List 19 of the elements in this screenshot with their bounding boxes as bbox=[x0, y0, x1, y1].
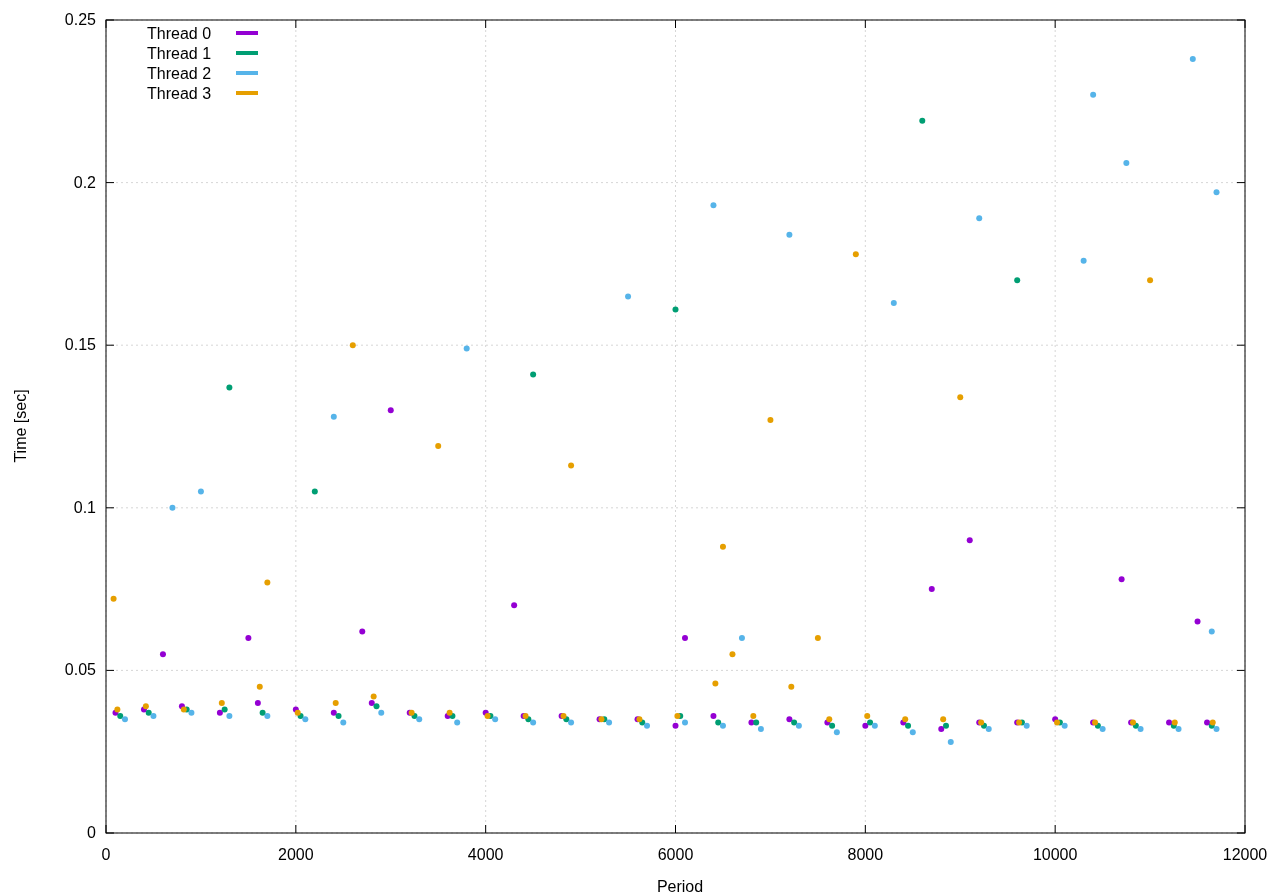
x-tick-label: 0 bbox=[101, 846, 111, 863]
x-tick-label: 10000 bbox=[1032, 846, 1078, 863]
x-axis-title: Period bbox=[656, 878, 704, 895]
x-tick-label: 8000 bbox=[847, 846, 884, 863]
legend-label: Thread 3 bbox=[147, 85, 212, 102]
y-tick-label: 0.2 bbox=[73, 173, 96, 191]
y-axis-title: Time [sec] bbox=[12, 389, 29, 463]
legend-label: Thread 2 bbox=[147, 65, 212, 82]
y-tick-label: 0.25 bbox=[64, 11, 96, 28]
x-tick-label: 4000 bbox=[467, 846, 504, 863]
y-tick-label: 0 bbox=[87, 824, 96, 841]
legend-label: Thread 0 bbox=[147, 25, 212, 42]
x-tick-label: 2000 bbox=[278, 846, 314, 863]
y-tick-label: 0.15 bbox=[64, 336, 96, 354]
y-tick-label: 0.1 bbox=[73, 498, 96, 516]
x-tick-label: 12000 bbox=[1222, 846, 1268, 863]
x-tick-label: 6000 bbox=[657, 846, 694, 863]
legend-label: Thread 1 bbox=[147, 45, 212, 62]
y-tick-label: 0.05 bbox=[64, 661, 96, 679]
